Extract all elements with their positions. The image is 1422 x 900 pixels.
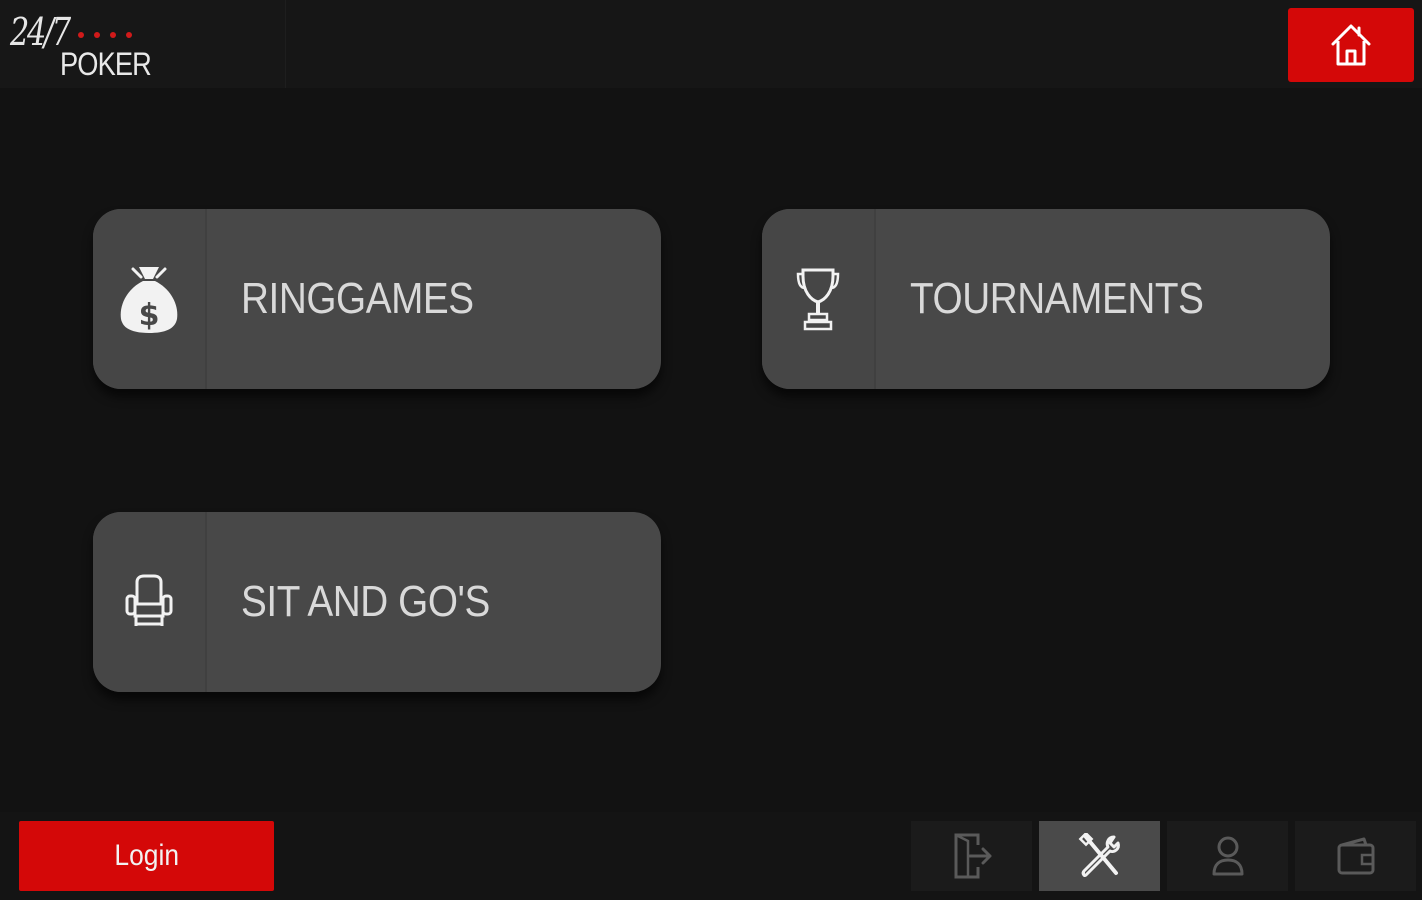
- app-window: 24/7 POKER $ RINGGAMES TOURNAMENTS SIT A…: [0, 0, 1422, 900]
- sit-and-go-icon-cell: [93, 512, 207, 692]
- login-button[interactable]: Login: [19, 821, 274, 891]
- ringgames-icon-cell: $: [93, 209, 207, 389]
- svg-text:$: $: [139, 298, 160, 333]
- wallet-button[interactable]: [1295, 821, 1416, 891]
- home-button[interactable]: [1288, 8, 1414, 82]
- wallet-icon: [1337, 837, 1374, 875]
- tools-icon: [1078, 833, 1120, 877]
- tournaments-label: TOURNAMENTS: [910, 274, 1204, 323]
- tournaments-tile[interactable]: TOURNAMENTS: [762, 209, 1330, 389]
- user-icon: [1212, 836, 1243, 876]
- top-bar: 24/7 POKER: [0, 0, 1422, 88]
- ringgames-tile[interactable]: $ RINGGAMES: [93, 209, 661, 389]
- tournaments-icon-cell: [762, 209, 876, 389]
- sit-and-go-tile[interactable]: SIT AND GO'S: [93, 512, 661, 692]
- bottom-bar: Login: [0, 812, 1422, 900]
- money-bag-icon: $: [120, 267, 178, 333]
- logo-area: 24/7 POKER: [0, 0, 286, 88]
- chair-icon: [125, 574, 173, 626]
- logout-icon: [954, 833, 991, 879]
- tools-button[interactable]: [1039, 821, 1160, 891]
- logo-dots: [78, 32, 132, 38]
- home-icon: [1331, 24, 1371, 66]
- account-button[interactable]: [1167, 821, 1288, 891]
- trophy-icon: [796, 268, 840, 331]
- ringgames-label: RINGGAMES: [241, 274, 474, 323]
- sit-and-go-label: SIT AND GO'S: [241, 577, 490, 626]
- logo-word: POKER: [60, 46, 152, 82]
- logo[interactable]: 24/7 POKER: [8, 8, 158, 82]
- logout-button[interactable]: [911, 821, 1032, 891]
- login-label: Login: [114, 839, 179, 872]
